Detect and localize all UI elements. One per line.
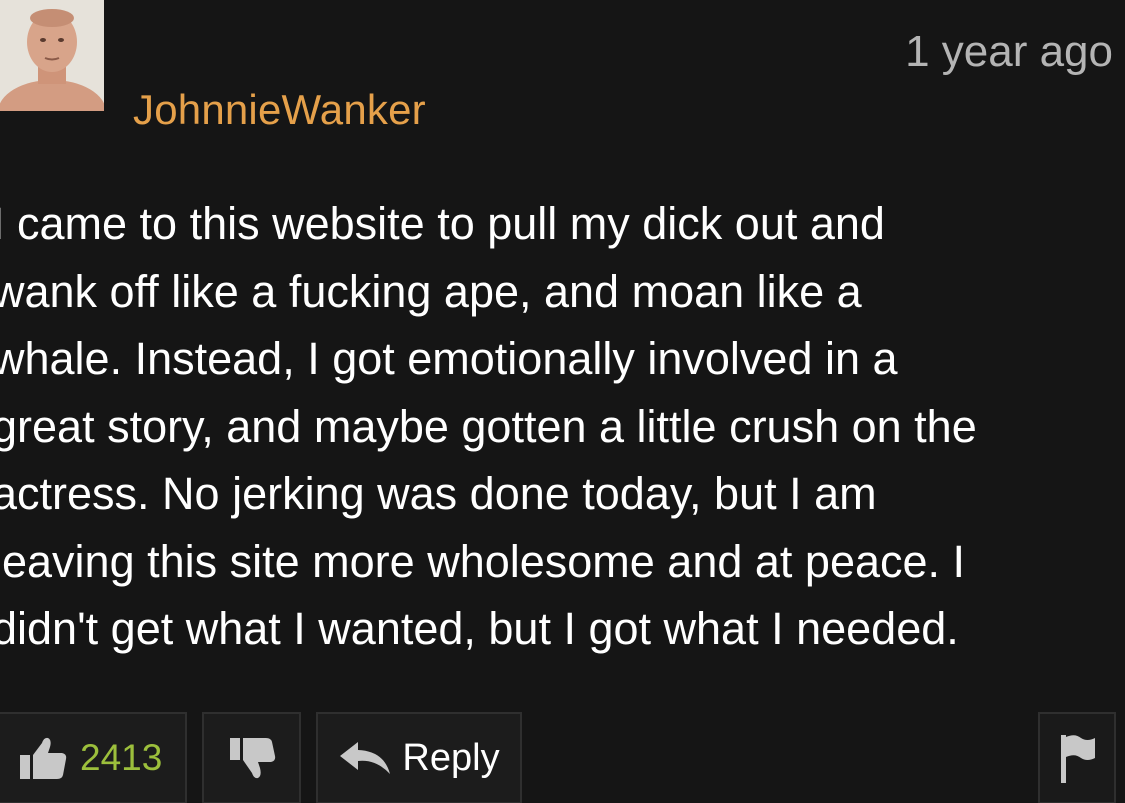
timestamp: 1 year ago xyxy=(905,27,1113,76)
thumbs-down-icon xyxy=(228,736,276,780)
comment-line: great story, and maybe gotten a little c… xyxy=(0,400,977,452)
flag-button[interactable] xyxy=(1038,712,1116,803)
comment-line: wank off like a fucking ape, and moan li… xyxy=(0,265,862,317)
comment-line: didn't get what I wanted, but I got what… xyxy=(0,603,959,654)
comment-body: I came to this website to pull my dick o… xyxy=(0,190,1112,663)
like-button[interactable]: 2413 xyxy=(0,712,187,803)
flag-icon xyxy=(1057,731,1097,785)
comment-card: JohnnieWanker 1 year ago I came to this … xyxy=(0,0,1125,803)
thumbs-up-icon xyxy=(18,735,68,781)
avatar[interactable] xyxy=(0,0,104,111)
reply-arrow-icon xyxy=(338,740,392,776)
comment-line: whale. Instead, I got emotionally involv… xyxy=(0,333,898,384)
comment-line: I came to this website to pull my dick o… xyxy=(0,198,885,249)
avatar-image xyxy=(0,0,104,111)
comment-line: leaving this site more wholesome and at … xyxy=(0,535,966,587)
reply-label: Reply xyxy=(402,736,500,779)
reply-button[interactable]: Reply xyxy=(316,712,522,803)
comment-line: actress. No jerking was done today, but … xyxy=(0,468,877,519)
dislike-button[interactable] xyxy=(202,712,301,803)
username[interactable]: JohnnieWanker xyxy=(133,84,426,136)
like-count: 2413 xyxy=(80,737,163,778)
